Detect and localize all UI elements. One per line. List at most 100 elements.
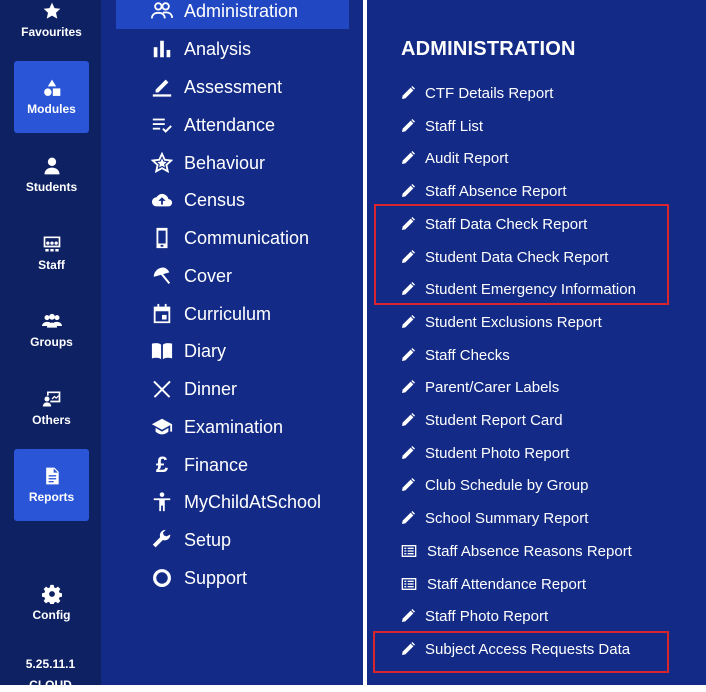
graduation-cap-icon: [146, 415, 178, 439]
accessibility-icon: [146, 490, 178, 514]
nav-rail: Favourites Modules Students Staff Groups…: [0, 0, 101, 692]
module-label: MyChildAtSchool: [184, 491, 322, 512]
circle-icon: [146, 566, 178, 590]
others-icon: [42, 391, 60, 407]
module-label: Census: [184, 189, 246, 210]
module-label: Assessment: [184, 76, 283, 97]
module-label: Diary: [184, 340, 227, 361]
report-item[interactable]: Parent/Carer Labels: [399, 373, 559, 401]
report-item[interactable]: Staff Absence Reasons Report: [399, 537, 632, 565]
rail-reports[interactable]: Reports: [14, 449, 89, 521]
rail-groups[interactable]: Groups: [14, 294, 89, 366]
modules-icon: [43, 79, 60, 96]
modules-panel: Administration Analysis Assessment Atten…: [101, 0, 363, 685]
rail-config[interactable]: Config: [14, 572, 89, 634]
module-finance[interactable]: £ Finance: [116, 447, 349, 483]
report-label: Student Report Card: [425, 411, 563, 429]
report-item[interactable]: Staff Attendance Report: [399, 570, 586, 598]
list-icon: [399, 575, 419, 593]
report-item[interactable]: Audit Report: [399, 144, 508, 172]
pencil-icon: [399, 411, 417, 429]
module-mychildatschool[interactable]: MyChildAtSchool: [116, 484, 349, 520]
person-icon: [44, 157, 59, 175]
reports-panel: ADMINISTRATION CTF Details Report Staff L…: [367, 0, 706, 685]
module-label: Dinner: [184, 378, 238, 399]
pencil-icon: [399, 346, 417, 364]
report-item[interactable]: School Summary Report: [399, 504, 588, 532]
report-label: Staff Photo Report: [425, 607, 549, 625]
report-label: Staff Absence Reasons Report: [427, 542, 632, 560]
module-label: Analysis: [184, 38, 252, 59]
calendar-icon: [146, 302, 178, 326]
document-icon: [45, 467, 59, 485]
module-label: Attendance: [184, 114, 276, 135]
book-icon: [146, 339, 178, 363]
rail-staff[interactable]: Staff: [14, 217, 89, 289]
version-text: 5.25.11.1: [25, 657, 76, 671]
report-label: Parent/Carer Labels: [425, 378, 560, 396]
module-examination[interactable]: Examination: [116, 409, 349, 445]
module-dinner[interactable]: Dinner: [116, 371, 349, 407]
module-attendance[interactable]: Attendance: [116, 107, 349, 143]
module-administration[interactable]: Administration: [116, 0, 349, 29]
pencil-icon: [399, 509, 417, 527]
report-item[interactable]: Club Schedule by Group: [399, 471, 588, 499]
wrench-icon: [146, 528, 178, 552]
rail-staff-label: Staff: [38, 258, 65, 272]
version-sub-text: CLOUD: [29, 678, 72, 692]
module-curriculum[interactable]: Curriculum: [116, 296, 349, 332]
report-item[interactable]: Staff List: [399, 112, 483, 140]
pencil-icon: [399, 607, 417, 625]
report-item[interactable]: Student Report Card: [399, 406, 563, 434]
highlight-box: [373, 631, 669, 673]
module-behaviour[interactable]: Behaviour: [116, 145, 349, 181]
report-label: Club Schedule by Group: [425, 476, 589, 494]
groups-icon: [41, 313, 62, 328]
rail-favourites[interactable]: Favourites: [14, 0, 89, 48]
report-item[interactable]: Staff Absence Report: [399, 177, 566, 205]
module-diary[interactable]: Diary: [116, 333, 349, 369]
pencil-icon: [399, 444, 417, 462]
module-label: Cover: [184, 265, 233, 286]
pencil-icon: [399, 117, 417, 135]
cutlery-icon: [146, 377, 178, 401]
report-label: CTF Details Report: [425, 84, 554, 102]
report-label: Audit Report: [425, 149, 509, 167]
module-assessment[interactable]: Assessment: [116, 69, 349, 105]
staff-icon: [43, 236, 60, 252]
umbrella-icon: [146, 264, 178, 288]
rail-students[interactable]: Students: [14, 139, 89, 211]
rail-students-label: Students: [25, 180, 78, 194]
report-item[interactable]: Student Photo Report: [399, 439, 569, 467]
report-item[interactable]: Student Exclusions Report: [399, 308, 602, 336]
phone-icon: [146, 226, 178, 250]
module-communication[interactable]: Communication: [116, 220, 349, 256]
report-item[interactable]: CTF Details Report: [399, 79, 553, 107]
pencil-icon: [399, 182, 417, 200]
module-census[interactable]: Census: [116, 182, 349, 218]
module-setup[interactable]: Setup: [116, 522, 349, 558]
rail-groups-label: Groups: [30, 335, 73, 349]
pound-icon: £: [155, 452, 169, 477]
module-label: Support: [184, 567, 248, 588]
pencil-icon: [399, 84, 417, 102]
rail-others-label: Others: [32, 413, 71, 427]
report-label: School Summary Report: [425, 509, 589, 527]
report-label: Staff Checks: [425, 346, 510, 364]
rail-others[interactable]: Others: [14, 372, 89, 444]
module-support[interactable]: Support: [116, 560, 349, 596]
report-item[interactable]: Staff Checks: [399, 341, 510, 369]
module-label: Examination: [184, 416, 284, 437]
module-cover[interactable]: Cover: [116, 258, 349, 294]
module-label: Communication: [184, 227, 310, 248]
reports-section-title: ADMINISTRATION: [401, 38, 576, 60]
checklist-icon: [146, 113, 178, 137]
rail-modules[interactable]: Modules: [14, 61, 89, 133]
module-analysis[interactable]: Analysis: [116, 31, 349, 67]
report-item[interactable]: Staff Photo Report: [399, 602, 548, 630]
rail-favourites-label: Favourites: [21, 25, 82, 39]
pencil-icon: [399, 313, 417, 331]
report-label: Student Photo Report: [425, 444, 570, 462]
module-label: Curriculum: [184, 303, 272, 324]
module-label: Setup: [184, 529, 232, 550]
